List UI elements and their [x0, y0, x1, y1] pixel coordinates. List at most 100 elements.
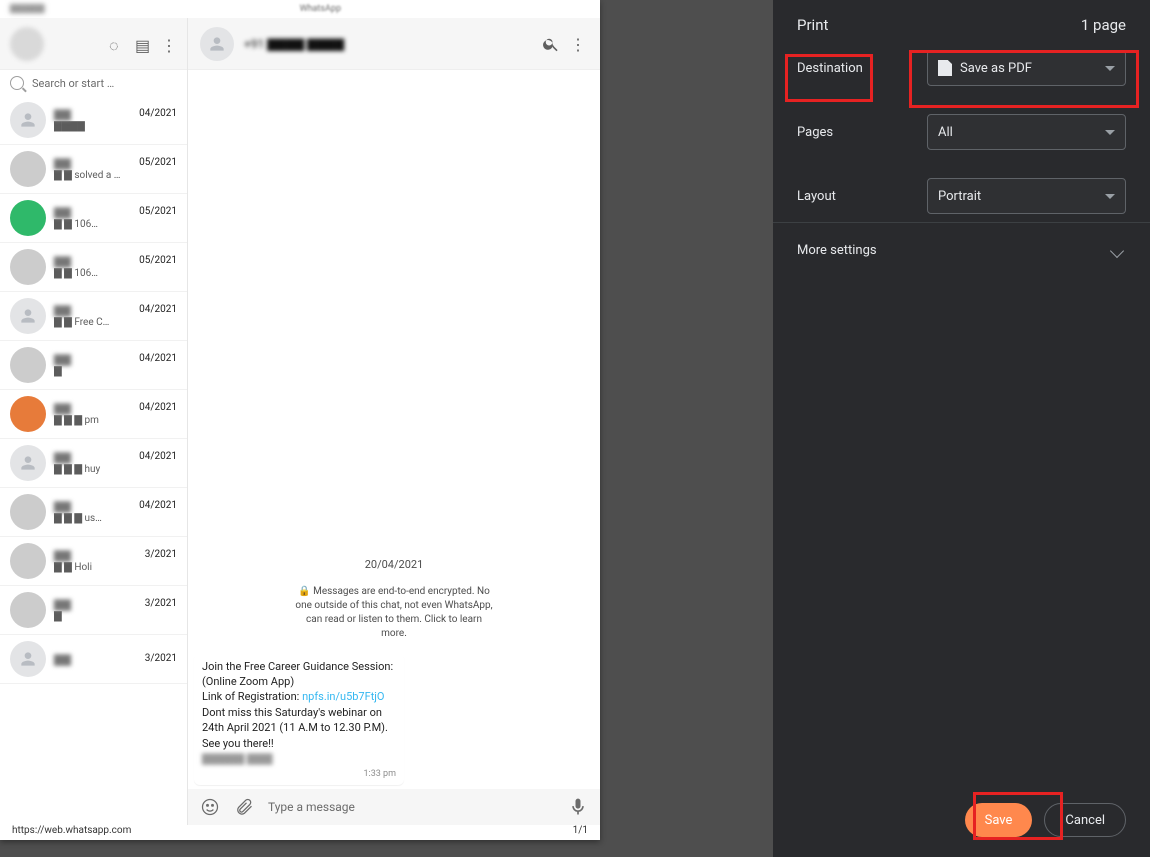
composer-placeholder[interactable]: Type a message: [268, 800, 554, 814]
more-settings-row[interactable]: More settings: [773, 223, 1150, 278]
conv-search-icon[interactable]: [542, 35, 560, 53]
topbar-center: WhatsApp: [300, 4, 341, 14]
chat-name: ▇▇: [54, 255, 71, 268]
new-chat-icon[interactable]: ▤: [135, 36, 151, 52]
chat-date: 04/2021: [139, 304, 177, 317]
chat-preview: ▇ ▇ 106…: [54, 219, 177, 230]
cancel-button[interactable]: Cancel: [1044, 803, 1126, 837]
chat-meta: ▇▇3/2021: [54, 653, 177, 666]
chat-list-item[interactable]: ▇▇3/2021: [0, 635, 187, 684]
chat-avatar: [10, 298, 46, 334]
chat-sidebar: ◌ ▤ ⋮ Search or start … ▇▇04/2021▇▇▇▇▇▇0…: [0, 18, 188, 825]
contact-name: +91 ▇▇▇▇ ▇▇▇▇: [244, 37, 344, 51]
chat-list-item[interactable]: ▇▇ 05/2021▇ ▇ 106…: [0, 194, 187, 243]
message-area: 20/04/2021 🔒 Messages are end-to-end enc…: [188, 70, 600, 789]
pages-label: Pages: [797, 125, 927, 140]
chat-name: ▇▇: [54, 353, 71, 366]
chat-date: 3/2021: [145, 598, 177, 611]
chat-date: 04/2021: [139, 353, 177, 366]
msg-line1: Join the Free Career Guidance Session: (…: [202, 660, 393, 688]
chat-list-item[interactable]: ▇▇ 04/2021▇▇▇▇: [0, 96, 187, 145]
chat-name: ▇▇: [54, 157, 71, 170]
layout-value: Portrait: [938, 189, 981, 204]
chat-name: ▇▇: [54, 108, 71, 121]
search-icon: [10, 76, 24, 90]
chat-meta: ▇▇04/2021▇ ▇ ▇ pm: [54, 402, 177, 426]
page-count: 1 page: [1081, 16, 1126, 34]
chat-date: 05/2021: [139, 206, 177, 219]
page-url: https://web.whatsapp.com: [12, 825, 131, 836]
kebab-menu-icon[interactable]: ⋮: [161, 36, 177, 52]
chat-meta: ▇▇ 3/2021▇: [54, 598, 177, 622]
status-icon[interactable]: ◌: [109, 36, 125, 52]
chat-preview: ▇: [54, 366, 177, 377]
chat-meta: ▇▇04/2021▇ ▇ ▇ huy: [54, 451, 177, 475]
chat-avatar: [10, 592, 46, 628]
chat-preview: ▇ ▇ Holi: [54, 562, 177, 573]
chat-date: 04/2021: [139, 402, 177, 415]
emoji-icon[interactable]: [200, 797, 220, 817]
mic-icon[interactable]: [568, 797, 588, 817]
preview-sheet-page-1: ▇▇▇▇▇ WhatsApp ◌ ▤ ⋮: [0, 0, 600, 840]
print-preview-pane: ▇▇▇▇▇ WhatsApp ◌ ▤ ⋮: [0, 0, 773, 857]
chat-name: ▇▇: [54, 549, 71, 562]
chat-list-item[interactable]: ▇▇ 3/2021▇: [0, 586, 187, 635]
date-separator: 20/04/2021: [357, 556, 432, 573]
chat-list-item[interactable]: ▇▇04/2021▇ ▇ ▇ us…: [0, 488, 187, 537]
destination-select[interactable]: Save as PDF: [927, 50, 1126, 86]
chat-list-item[interactable]: ▇▇04/2021▇ ▇ ▇ huy: [0, 439, 187, 488]
chat-meta: ▇▇04/2021▇ ▇ Free C…: [54, 304, 177, 328]
sidebar-header: ◌ ▤ ⋮: [0, 18, 187, 70]
destination-value: Save as PDF: [960, 61, 1032, 76]
search-row[interactable]: Search or start …: [0, 70, 187, 96]
msg-link-label: Link of Registration:: [202, 690, 302, 703]
msg-link[interactable]: npfs.in/u5b7FtjO: [302, 690, 384, 703]
conv-menu-icon[interactable]: ⋮: [570, 35, 588, 53]
self-avatar: [10, 27, 44, 61]
chat-name: ▇▇: [54, 653, 71, 666]
layout-label: Layout: [797, 189, 927, 204]
chat-preview: ▇▇▇▇: [54, 121, 177, 132]
attach-icon[interactable]: [234, 797, 254, 817]
conversation-header: +91 ▇▇▇▇ ▇▇▇▇ ⋮: [188, 18, 600, 70]
chat-list-item[interactable]: ▇▇05/2021▇ ▇ 106…: [0, 243, 187, 292]
encryption-banner[interactable]: 🔒 Messages are end-to-end encrypted. No …: [289, 581, 499, 645]
layout-select[interactable]: Portrait: [927, 178, 1126, 214]
chat-name: ▇▇: [54, 500, 71, 513]
chat-date: 05/2021: [139, 255, 177, 268]
chat-avatar: [10, 396, 46, 432]
page-topbar: ▇▇▇▇▇ WhatsApp: [0, 0, 600, 18]
chat-preview: ▇ ▇ ▇ pm: [54, 415, 177, 426]
chat-avatar: [10, 543, 46, 579]
chat-list-item[interactable]: ▇▇ 04/2021▇: [0, 341, 187, 390]
chevron-down-icon: [1105, 130, 1115, 135]
chat-name: ▇▇: [54, 598, 71, 611]
chat-list-item[interactable]: ▇▇04/2021▇ ▇ ▇ pm: [0, 390, 187, 439]
chat-meta: ▇▇3/2021▇ ▇ Holi: [54, 549, 177, 573]
contact-avatar: [200, 27, 234, 61]
search-placeholder: Search or start …: [32, 77, 114, 90]
chat-date: 04/2021: [139, 451, 177, 464]
save-button[interactable]: Save: [965, 803, 1033, 837]
chat-avatar: [10, 494, 46, 530]
chat-date: 04/2021: [139, 500, 177, 513]
chat-list-item[interactable]: ▇▇04/2021▇ ▇ Free C…: [0, 292, 187, 341]
chat-preview: ▇ ▇ solved a …: [54, 170, 177, 181]
chat-list-item[interactable]: ▇▇05/2021▇ ▇ solved a …: [0, 145, 187, 194]
layout-row: Layout Portrait: [797, 178, 1126, 214]
chat-avatar: [10, 347, 46, 383]
chevron-down-icon: [1105, 194, 1115, 199]
page-number: 1/1: [573, 825, 588, 836]
pages-select[interactable]: All: [927, 114, 1126, 150]
chevron-down-icon: [1105, 66, 1115, 71]
chat-meta: ▇▇ 05/2021▇ ▇ 106…: [54, 206, 177, 230]
msg-line3: Dont miss this Saturday's webinar on 24t…: [202, 706, 388, 750]
chat-avatar: [10, 249, 46, 285]
chat-date: 04/2021: [139, 108, 177, 121]
chat-preview: ▇: [54, 611, 177, 622]
chat-list-item[interactable]: ▇▇3/2021▇ ▇ Holi: [0, 537, 187, 586]
chat-name: ▇▇: [54, 206, 71, 219]
file-icon: [938, 60, 952, 76]
chat-meta: ▇▇ 04/2021▇▇▇▇: [54, 108, 177, 132]
pages-row: Pages All: [797, 114, 1126, 150]
